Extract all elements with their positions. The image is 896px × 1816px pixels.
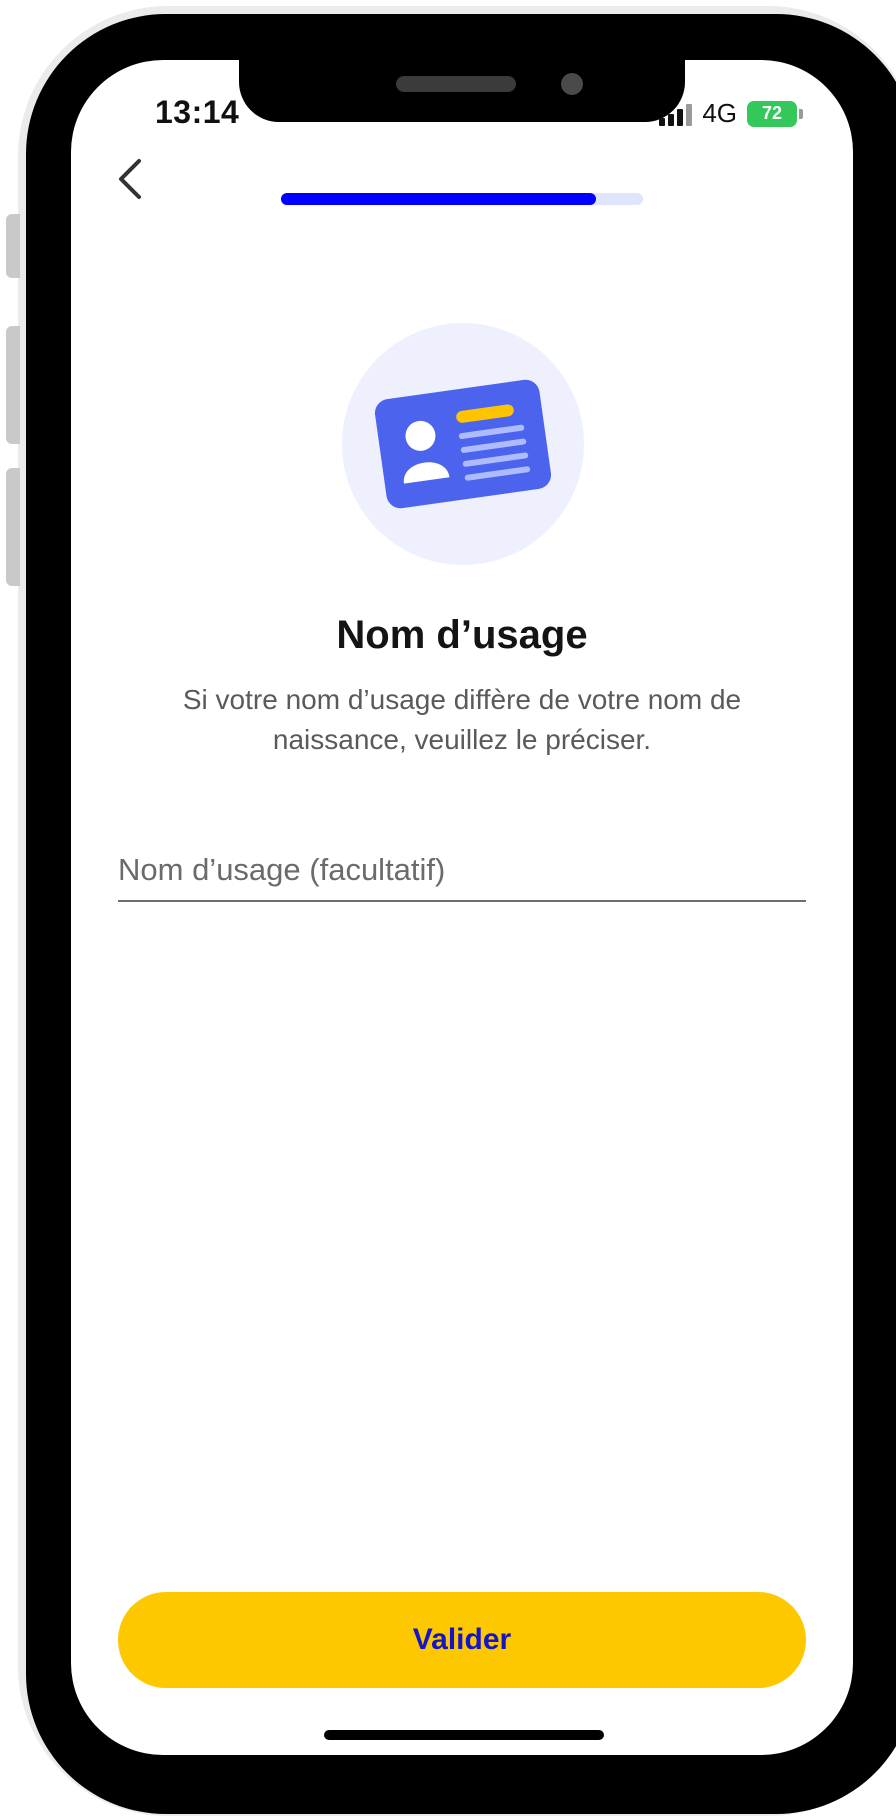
side-button-volume-up: [6, 326, 20, 444]
front-camera: [561, 73, 583, 95]
page-subtitle: Si votre nom d’usage diffère de votre no…: [182, 684, 742, 755]
usage-name-input[interactable]: [118, 840, 806, 902]
network-type: 4G: [702, 98, 737, 128]
battery-tip: [799, 108, 803, 119]
signal-icon: [659, 102, 693, 126]
phone-screen: 13:14 4G 72 Nom d’usage Si votre nom d’u…: [71, 60, 853, 1755]
notch: [239, 60, 685, 122]
progress-bar: [281, 193, 643, 205]
battery-icon: 72: [747, 100, 797, 127]
back-button[interactable]: [105, 154, 155, 204]
speaker-grille: [396, 76, 516, 92]
progress-bar-fill: [281, 193, 596, 205]
id-card-icon: [374, 379, 552, 509]
status-indicators: 4G 72: [659, 98, 803, 129]
chevron-left-icon: [119, 159, 141, 199]
status-time: 13:14: [155, 94, 240, 130]
home-indicator: [324, 1730, 604, 1740]
hero-illustration: [342, 323, 584, 565]
side-button-mute: [6, 214, 20, 278]
battery-level: 72: [761, 103, 783, 123]
side-button-volume-down: [6, 468, 20, 586]
page-title: Nom d’usage: [336, 613, 588, 657]
submit-button[interactable]: Valider: [118, 1592, 806, 1688]
